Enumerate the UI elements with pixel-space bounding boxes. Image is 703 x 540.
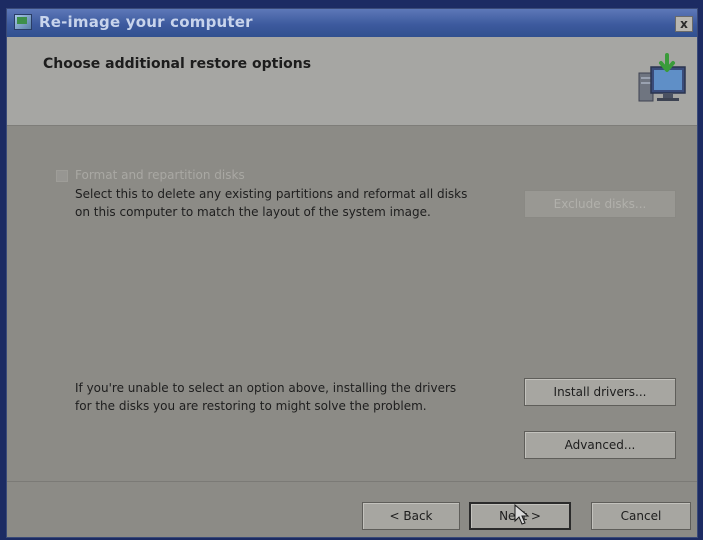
- window-title: Re-image your computer: [39, 13, 253, 31]
- options-panel: Format and repartition disks Select this…: [7, 126, 697, 481]
- advanced-button[interactable]: Advanced...: [524, 431, 676, 459]
- footer-divider: [7, 481, 697, 482]
- close-button[interactable]: x: [675, 16, 693, 32]
- format-description-line-2: on this computer to match the layout of …: [75, 205, 431, 219]
- format-description-line-1: Select this to delete any existing parti…: [75, 187, 468, 201]
- drivers-description: If you're unable to select an option abo…: [75, 379, 456, 415]
- exclude-disks-button[interactable]: Exclude disks...: [524, 190, 676, 218]
- computer-restore-icon: [638, 53, 686, 102]
- format-repartition-checkbox[interactable]: [56, 170, 68, 182]
- page-title: Choose additional restore options: [43, 56, 312, 72]
- cancel-button[interactable]: Cancel: [591, 502, 691, 530]
- back-button[interactable]: < Back: [362, 502, 460, 530]
- install-drivers-button[interactable]: Install drivers...: [524, 378, 676, 406]
- re-image-dialog: Re-image your computer x Choose addition…: [6, 8, 698, 538]
- wizard-header: Choose additional restore options: [7, 37, 697, 126]
- mouse-pointer-icon: [514, 504, 530, 525]
- format-description: Select this to delete any existing parti…: [75, 185, 467, 221]
- format-repartition-label: Format and repartition disks: [75, 168, 245, 182]
- app-icon: [14, 14, 32, 30]
- drivers-description-line-1: If you're unable to select an option abo…: [75, 381, 457, 395]
- title-bar[interactable]: Re-image your computer x: [7, 9, 697, 37]
- drivers-description-line-2: for the disks you are restoring to might…: [75, 399, 427, 413]
